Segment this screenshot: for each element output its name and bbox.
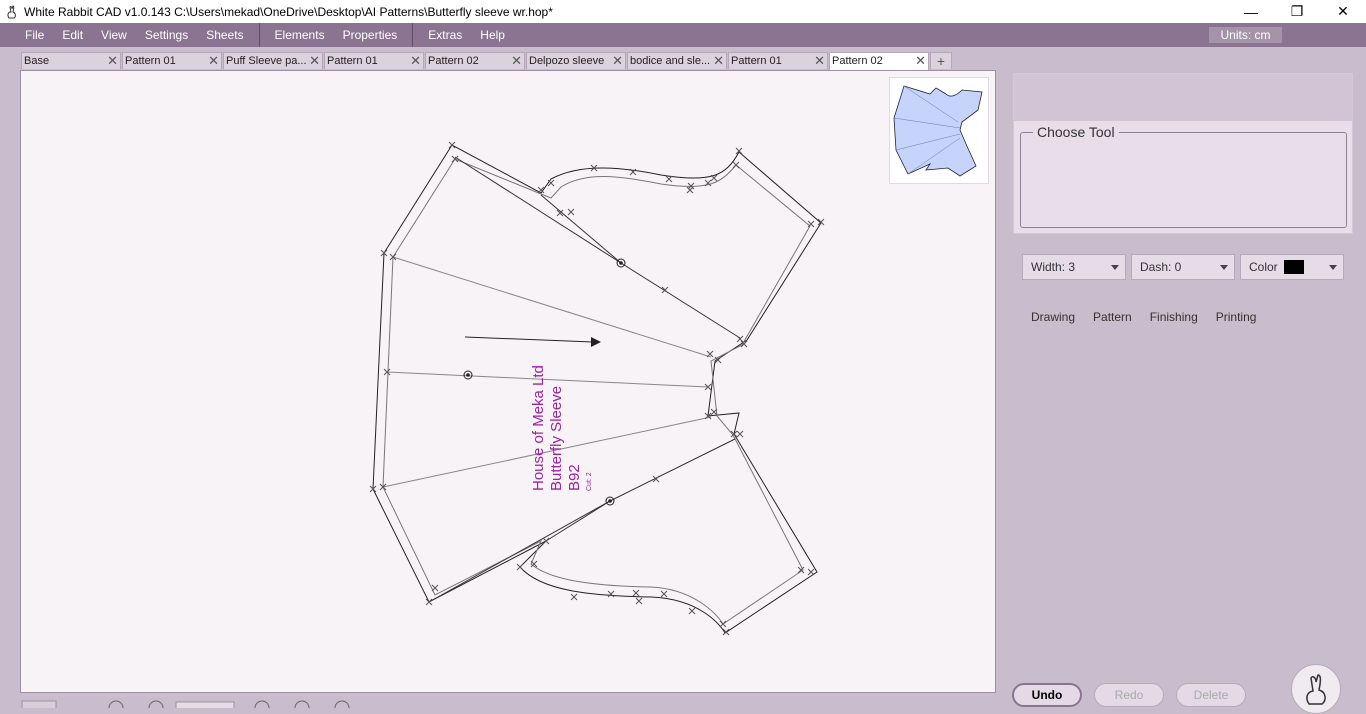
tab-label: Puff Sleeve pa... [226,55,307,67]
menu-sheets[interactable]: Sheets [197,23,252,47]
choose-tool-label: Choose Tool [1033,124,1119,140]
close-icon[interactable]: ✕ [107,53,118,69]
tab-label: Pattern 01 [125,55,176,67]
dash-label: Dash: 0 [1140,260,1182,274]
tab-label: Pattern 01 [731,55,782,67]
dart-line [545,500,611,542]
pattern-thumbnail[interactable] [889,77,989,184]
pattern-company-label: House of Meka Ltd [530,365,547,491]
notch-marker [619,261,623,265]
chevron-down-icon [1111,265,1119,270]
guide-line [386,371,709,388]
close-icon[interactable]: ✕ [814,53,825,69]
close-icon[interactable]: ✕ [915,53,926,69]
tab-printing[interactable]: Printing [1207,310,1266,324]
close-icon[interactable]: ✕ [713,53,724,69]
window-title: White Rabbit CAD v1.0.143 C:\Users\mekad… [24,4,553,19]
tab-base[interactable]: Base ✕ [21,52,121,69]
menu-file[interactable]: File [16,23,53,47]
tab-label: Pattern 02 [832,55,883,67]
tab-label: Base [24,55,50,67]
dart-line [540,194,622,264]
add-tab-button[interactable]: + [930,52,952,69]
tab-label: bodice and sle... [630,55,711,67]
tab-pattern-02[interactable]: Pattern 02 ✕ [425,52,525,69]
pattern-cut-label: Cut: 2 [586,472,593,491]
choose-tool-box: Choose Tool [1020,124,1347,228]
rabbit-logo-icon[interactable] [1291,664,1341,714]
tab-bodice-and-sleeve[interactable]: bodice and sle... ✕ [627,52,727,69]
color-swatch [1283,260,1304,274]
close-icon[interactable]: ✕ [410,53,421,69]
notch-marker [466,373,470,377]
tab-pattern-02-active[interactable]: Pattern 02 ✕ [829,52,929,71]
close-icon[interactable]: ✕ [511,53,522,69]
drawing-canvas[interactable]: House of Meka Ltd Butterfly Sleeve B92 C… [20,70,996,693]
width-label: Width: 3 [1031,260,1076,274]
menu-bar: File Edit View Settings Sheets Elements … [0,23,1366,47]
close-button[interactable]: ✕ [1320,0,1366,23]
undo-button[interactable]: Undo [1012,683,1082,707]
tab-pattern-01[interactable]: Pattern 01 ✕ [324,52,424,69]
dash-select[interactable]: Dash: 0 [1131,254,1235,280]
minimize-button[interactable]: — [1228,0,1274,23]
menu-properties[interactable]: Properties [334,23,407,47]
menu-extras[interactable]: Extras [419,23,471,47]
tool-panel: Choose Tool [1013,73,1353,234]
pattern-drawing: House of Meka Ltd Butterfly Sleeve B92 C… [369,141,825,636]
units-indicator[interactable]: Units: cm [1209,27,1282,43]
action-buttons: Undo Redo Delete [1012,683,1246,707]
pattern-code-label: B92 [566,464,583,491]
chevron-down-icon [1220,265,1228,270]
line-properties: Width: 3 Dash: 0 Color [1022,254,1344,280]
title-bar: White Rabbit CAD v1.0.143 C:\Users\mekad… [0,0,1366,23]
pattern-inner-line [382,158,811,625]
close-icon[interactable]: ✕ [612,53,623,69]
grainline [464,336,594,343]
mode-tabs: Drawing Pattern Finishing Printing [1022,310,1265,324]
dart-line [454,156,741,339]
restore-button[interactable]: ❐ [1274,0,1320,23]
tab-label: Delpozo sleeve [529,55,605,67]
menu-divider [412,23,414,47]
menu-edit[interactable]: Edit [53,23,92,47]
pattern-outer-line [372,144,822,634]
tab-label: Pattern 01 [327,55,378,67]
tab-finishing[interactable]: Finishing [1141,310,1207,324]
tool-panel-header [1014,74,1352,121]
tab-pattern-01[interactable]: Pattern 01 ✕ [728,52,828,69]
menu-elements[interactable]: Elements [266,23,334,47]
tab-puff-sleeve[interactable]: Puff Sleeve pa... ✕ [223,52,323,69]
delete-button[interactable]: Delete [1176,683,1246,707]
tab-pattern-01[interactable]: Pattern 01 ✕ [122,52,222,69]
close-icon[interactable]: ✕ [208,53,219,69]
menu-help[interactable]: Help [471,23,514,47]
guide-line [392,256,712,358]
menu-view[interactable]: View [92,23,136,47]
menu-divider [258,23,260,47]
tab-delpozo-sleeve[interactable]: Delpozo sleeve ✕ [526,52,626,69]
tab-pattern[interactable]: Pattern [1084,310,1141,324]
tab-label: Pattern 02 [428,55,479,67]
point-markers [369,141,825,636]
color-label: Color [1249,260,1278,274]
redo-button[interactable]: Redo [1094,683,1164,707]
menu-settings[interactable]: Settings [136,23,197,47]
close-icon[interactable]: ✕ [309,53,320,69]
grainline-arrowhead [591,337,601,347]
bottom-toolbar [20,697,350,714]
pattern-name-label: Butterfly Sleeve [548,386,565,491]
sheet-tabs: Base ✕ Pattern 01 ✕ Puff Sleeve pa... ✕ Pat… [21,52,952,71]
guide-line [382,416,712,488]
rabbit-app-icon [4,4,20,20]
width-select[interactable]: Width: 3 [1022,254,1126,280]
chevron-down-icon [1329,265,1337,270]
pattern-label-group: House of Meka Ltd Butterfly Sleeve B92 C… [530,365,593,491]
tab-drawing[interactable]: Drawing [1022,310,1084,324]
notch-marker [608,499,612,503]
color-select[interactable]: Color [1240,254,1344,280]
